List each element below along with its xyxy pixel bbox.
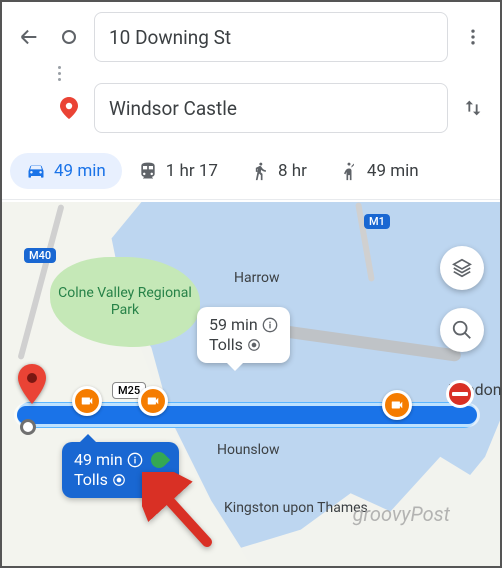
route-connector-icon (44, 66, 74, 81)
destination-input[interactable]: Windsor Castle (94, 83, 448, 133)
origin-input[interactable]: 10 Downing St (94, 12, 448, 62)
traffic-camera-icon[interactable] (382, 390, 412, 420)
mode-rideshare[interactable]: 49 min (323, 153, 435, 189)
swap-vertical-icon (462, 97, 484, 119)
annotation-arrow-icon (142, 472, 222, 552)
place-kingston: Kingston upon Thames (224, 500, 368, 517)
traffic-camera-icon[interactable] (72, 386, 102, 416)
watermark: groovyPost (353, 502, 450, 526)
kebab-icon (463, 27, 483, 47)
alt-route-callout[interactable]: 59 min Tolls (197, 307, 290, 363)
map-canvas[interactable]: Colne Valley Regional Park M40 M1 M25 A4… (2, 202, 500, 566)
overflow-menu-button[interactable] (458, 27, 488, 47)
incident-icon[interactable] (446, 380, 474, 408)
mode-walking[interactable]: 8 hr (234, 153, 323, 189)
destination-row: Windsor Castle (14, 83, 488, 133)
search-area-button[interactable] (440, 308, 484, 352)
arrow-left-icon (18, 26, 40, 48)
traffic-camera-icon[interactable] (138, 386, 168, 416)
destination-pin[interactable] (18, 364, 46, 404)
directions-header: 10 Downing St Windsor Castle (2, 2, 500, 149)
mode-rideshare-time: 49 min (367, 161, 419, 181)
info-icon (262, 317, 278, 333)
back-button[interactable] (14, 26, 44, 48)
search-icon (451, 319, 473, 341)
layers-button[interactable] (440, 246, 484, 290)
road-badge-m1: M1 (364, 214, 390, 229)
road-badge-m40: M40 (24, 248, 56, 263)
info-icon (127, 452, 143, 468)
mode-walking-time: 8 hr (278, 161, 307, 181)
mode-driving[interactable]: 49 min (10, 153, 122, 189)
mode-driving-time: 49 min (54, 161, 106, 181)
layers-icon (451, 257, 473, 279)
car-icon (26, 161, 46, 181)
origin-pin[interactable] (20, 419, 36, 435)
destination-marker-icon (54, 97, 84, 119)
walk-icon (250, 161, 270, 181)
origin-row: 10 Downing St (14, 12, 488, 62)
toll-icon (247, 338, 261, 352)
train-icon (138, 161, 158, 181)
travel-modes: 49 min 1 hr 17 8 hr 49 min (2, 149, 500, 200)
mode-transit-time: 1 hr 17 (166, 161, 218, 181)
leaf-icon (147, 449, 170, 472)
toll-icon (112, 473, 126, 487)
mode-transit[interactable]: 1 hr 17 (122, 153, 234, 189)
hail-icon (339, 161, 359, 181)
swap-button[interactable] (458, 97, 488, 119)
origin-marker-icon (54, 28, 84, 46)
place-harrow: Harrow (234, 270, 279, 286)
place-hounslow: Hounslow (217, 442, 280, 458)
